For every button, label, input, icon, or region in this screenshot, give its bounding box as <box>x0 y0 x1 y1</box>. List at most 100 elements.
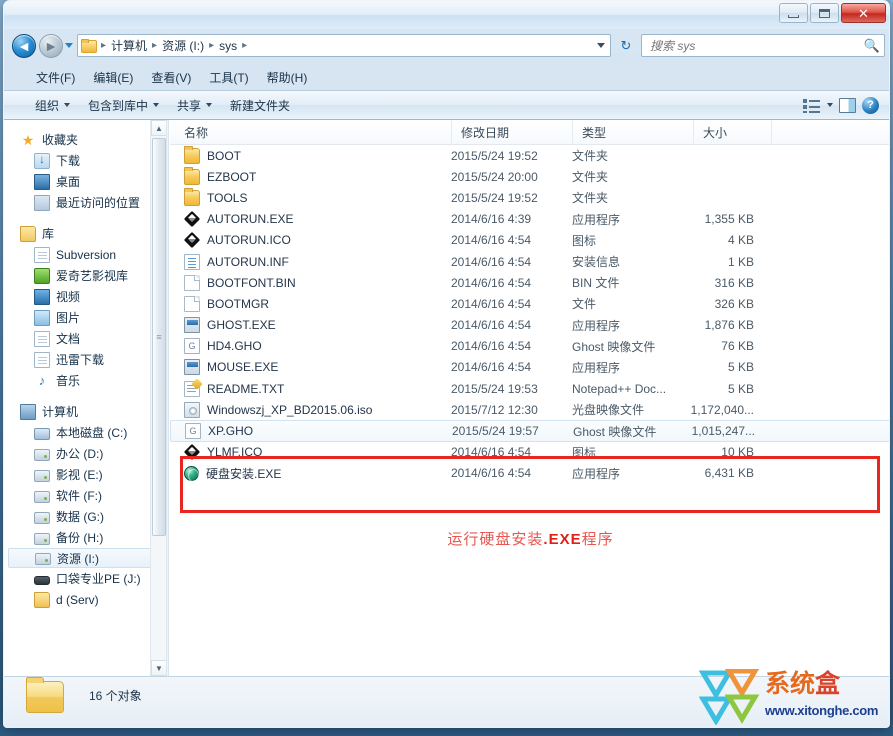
table-row[interactable]: BOOTFONT.BIN 2014/6/16 4:54 BIN 文件 316 K… <box>170 272 890 293</box>
sidebar-item-libraries[interactable]: 库 <box>4 223 166 244</box>
include-in-library-button[interactable]: 包含到库中 <box>79 94 168 117</box>
sidebar-item-videos[interactable]: 视频 <box>4 286 166 307</box>
column-header-size[interactable]: 大小 <box>693 120 771 144</box>
share-button[interactable]: 共享 <box>168 94 221 117</box>
annotation-emphasis: .EXE <box>543 531 581 548</box>
file-name: HD4.GHO <box>207 339 262 353</box>
preview-pane-icon[interactable] <box>839 98 856 113</box>
column-header-type[interactable]: 类型 <box>572 120 693 144</box>
menu-edit[interactable]: 编辑(E) <box>84 67 142 88</box>
forward-button[interactable]: ► <box>39 34 63 58</box>
file-name: 硬盘安装.EXE <box>206 465 281 482</box>
refresh-button[interactable]: ↻ <box>615 34 637 57</box>
back-button[interactable]: ◄ <box>12 34 36 58</box>
folder-icon <box>184 169 200 185</box>
table-row[interactable]: TOOLS 2015/5/24 19:52 文件夹 <box>170 187 890 208</box>
menu-view[interactable]: 查看(V) <box>142 67 200 88</box>
search-input[interactable] <box>642 39 860 53</box>
sidebar-item-drive-d[interactable]: 办公 (D:) <box>4 443 166 464</box>
menu-tools[interactable]: 工具(T) <box>200 67 257 88</box>
chevron-down-icon[interactable] <box>597 43 605 48</box>
table-row-selected[interactable]: XP.GHO 2015/5/24 19:57 Ghost 映像文件 1,015,… <box>170 420 890 441</box>
sidebar-item-network-d[interactable]: d (Serv) <box>4 589 166 610</box>
sidebar-item-favorites[interactable]: ★ 收藏夹 <box>4 129 166 150</box>
sidebar-item-drive-g[interactable]: 数据 (G:) <box>4 506 166 527</box>
close-button[interactable]: ✕ <box>841 3 886 23</box>
sidebar-item-subversion[interactable]: Subversion <box>4 244 166 265</box>
scroll-up-arrow-icon[interactable]: ▲ <box>151 120 166 136</box>
table-row[interactable]: EZBOOT 2015/5/24 20:00 文件夹 <box>170 166 890 187</box>
sidebar-item-desktop[interactable]: 桌面 <box>4 171 166 192</box>
table-row[interactable]: MOUSE.EXE 2014/6/16 4:54 应用程序 5 KB <box>170 357 890 378</box>
sidebar-item-music[interactable]: ♪ 音乐 <box>4 370 166 391</box>
sidebar-item-drive-c[interactable]: 本地磁盘 (C:) <box>4 422 166 443</box>
table-row[interactable]: GHOST.EXE 2014/6/16 4:54 应用程序 1,876 KB <box>170 315 890 336</box>
help-icon[interactable]: ? <box>862 97 879 114</box>
sidebar-item-downloads[interactable]: 下载 <box>4 150 166 171</box>
scrollbar-thumb[interactable] <box>152 138 166 536</box>
sidebar-item-drive-f[interactable]: 软件 (F:) <box>4 485 166 506</box>
column-header-date[interactable]: 修改日期 <box>451 120 572 144</box>
view-dropdown-icon[interactable] <box>827 103 833 107</box>
file-type: 文件 <box>572 295 596 312</box>
inf-file-icon <box>184 254 200 270</box>
sidebar-item-drive-h[interactable]: 备份 (H:) <box>4 527 166 548</box>
sidebar-item-drive-i[interactable]: 资源 (I:) <box>8 548 160 568</box>
sidebar-item-pictures[interactable]: 图片 <box>4 307 166 328</box>
new-folder-button[interactable]: 新建文件夹 <box>221 94 299 117</box>
organize-label: 组织 <box>35 97 59 114</box>
sidebar-item-documents[interactable]: 文档 <box>4 328 166 349</box>
table-row[interactable]: Windowszj_XP_BD2015.06.iso 2015/7/12 12:… <box>170 399 890 420</box>
search-icon: 🔍 <box>860 38 884 54</box>
blank-file-icon <box>184 275 200 291</box>
organize-button[interactable]: 组织 <box>26 94 79 117</box>
file-size: 316 KB <box>610 276 754 290</box>
sidebar-item-drive-e[interactable]: 影视 (E:) <box>4 464 166 485</box>
navigation-scrollbar[interactable]: ▲ ▼ <box>150 120 166 676</box>
scroll-down-arrow-icon[interactable]: ▼ <box>151 660 166 676</box>
file-size: 5 KB <box>610 360 754 374</box>
sidebar-item-drive-j[interactable]: 口袋专业PE (J:) <box>4 568 166 589</box>
pane-splitter[interactable] <box>166 120 169 676</box>
sidebar-item-thunder-download[interactable]: 迅雷下载 <box>4 349 166 370</box>
column-header-row: 名称 修改日期 类型 大小 <box>170 120 890 145</box>
drive-icon <box>35 553 51 565</box>
list-view-icon[interactable] <box>803 98 821 113</box>
table-row[interactable]: AUTORUN.EXE 2014/6/16 4:39 应用程序 1,355 KB <box>170 209 890 230</box>
file-name: MOUSE.EXE <box>207 360 278 374</box>
chevron-down-icon <box>206 103 212 107</box>
xitonghe-watermark: 系统盒 www.xitonghe.com <box>699 669 887 727</box>
file-name: README.TXT <box>207 382 284 396</box>
file-size: 1,876 KB <box>610 318 754 332</box>
menu-file[interactable]: 文件(F) <box>27 67 84 88</box>
search-box[interactable]: 🔍 <box>641 34 885 57</box>
column-header-name[interactable]: 名称 <box>170 120 451 144</box>
table-row[interactable]: HD4.GHO 2014/6/16 4:54 Ghost 映像文件 76 KB <box>170 336 890 357</box>
sidebar-item-recent-places[interactable]: 最近访问的位置 <box>4 192 166 213</box>
include-in-library-label: 包含到库中 <box>88 97 148 114</box>
file-size: 1 KB <box>610 255 754 269</box>
sidebar-item-iqiyi-library[interactable]: 爱奇艺影视库 <box>4 265 166 286</box>
table-row[interactable]: BOOTMGR 2014/6/16 4:54 文件 326 KB <box>170 293 890 314</box>
table-row[interactable]: README.TXT 2015/5/24 19:53 Notepad++ Doc… <box>170 378 890 399</box>
breadcrumb-computer[interactable]: 计算机 <box>109 37 149 54</box>
address-breadcrumb-bar[interactable]: ▸ 计算机 ▸ 资源 (I:) ▸ sys ▸ <box>77 34 611 57</box>
table-row[interactable]: AUTORUN.ICO 2014/6/16 4:54 图标 4 KB <box>170 230 890 251</box>
menu-help[interactable]: 帮助(H) <box>258 67 317 88</box>
sidebar-label: 本地磁盘 (C:) <box>56 424 127 441</box>
sidebar-label: 办公 (D:) <box>56 445 103 462</box>
table-row[interactable]: BOOT 2015/5/24 19:52 文件夹 <box>170 145 890 166</box>
minimize-button[interactable] <box>779 3 808 23</box>
history-dropdown-icon[interactable] <box>65 43 73 48</box>
table-row[interactable]: YLMF.ICO 2014/6/16 4:54 图标 10 KB <box>170 442 890 463</box>
folder-large-icon <box>26 681 64 713</box>
breadcrumb-drive[interactable]: 资源 (I:) <box>160 37 206 54</box>
table-row[interactable]: AUTORUN.INF 2014/6/16 4:54 安装信息 1 KB <box>170 251 890 272</box>
sidebar-item-computer[interactable]: 计算机 <box>4 401 166 422</box>
table-row[interactable]: 硬盘安装.EXE 2014/6/16 4:54 应用程序 6,431 KB <box>170 463 890 484</box>
maximize-button[interactable] <box>810 3 839 23</box>
window-controls: ✕ <box>779 3 886 23</box>
menu-bar: 文件(F) 编辑(E) 查看(V) 工具(T) 帮助(H) <box>4 64 890 90</box>
ghost-image-icon <box>185 423 201 439</box>
breadcrumb-sys[interactable]: sys <box>217 39 239 53</box>
